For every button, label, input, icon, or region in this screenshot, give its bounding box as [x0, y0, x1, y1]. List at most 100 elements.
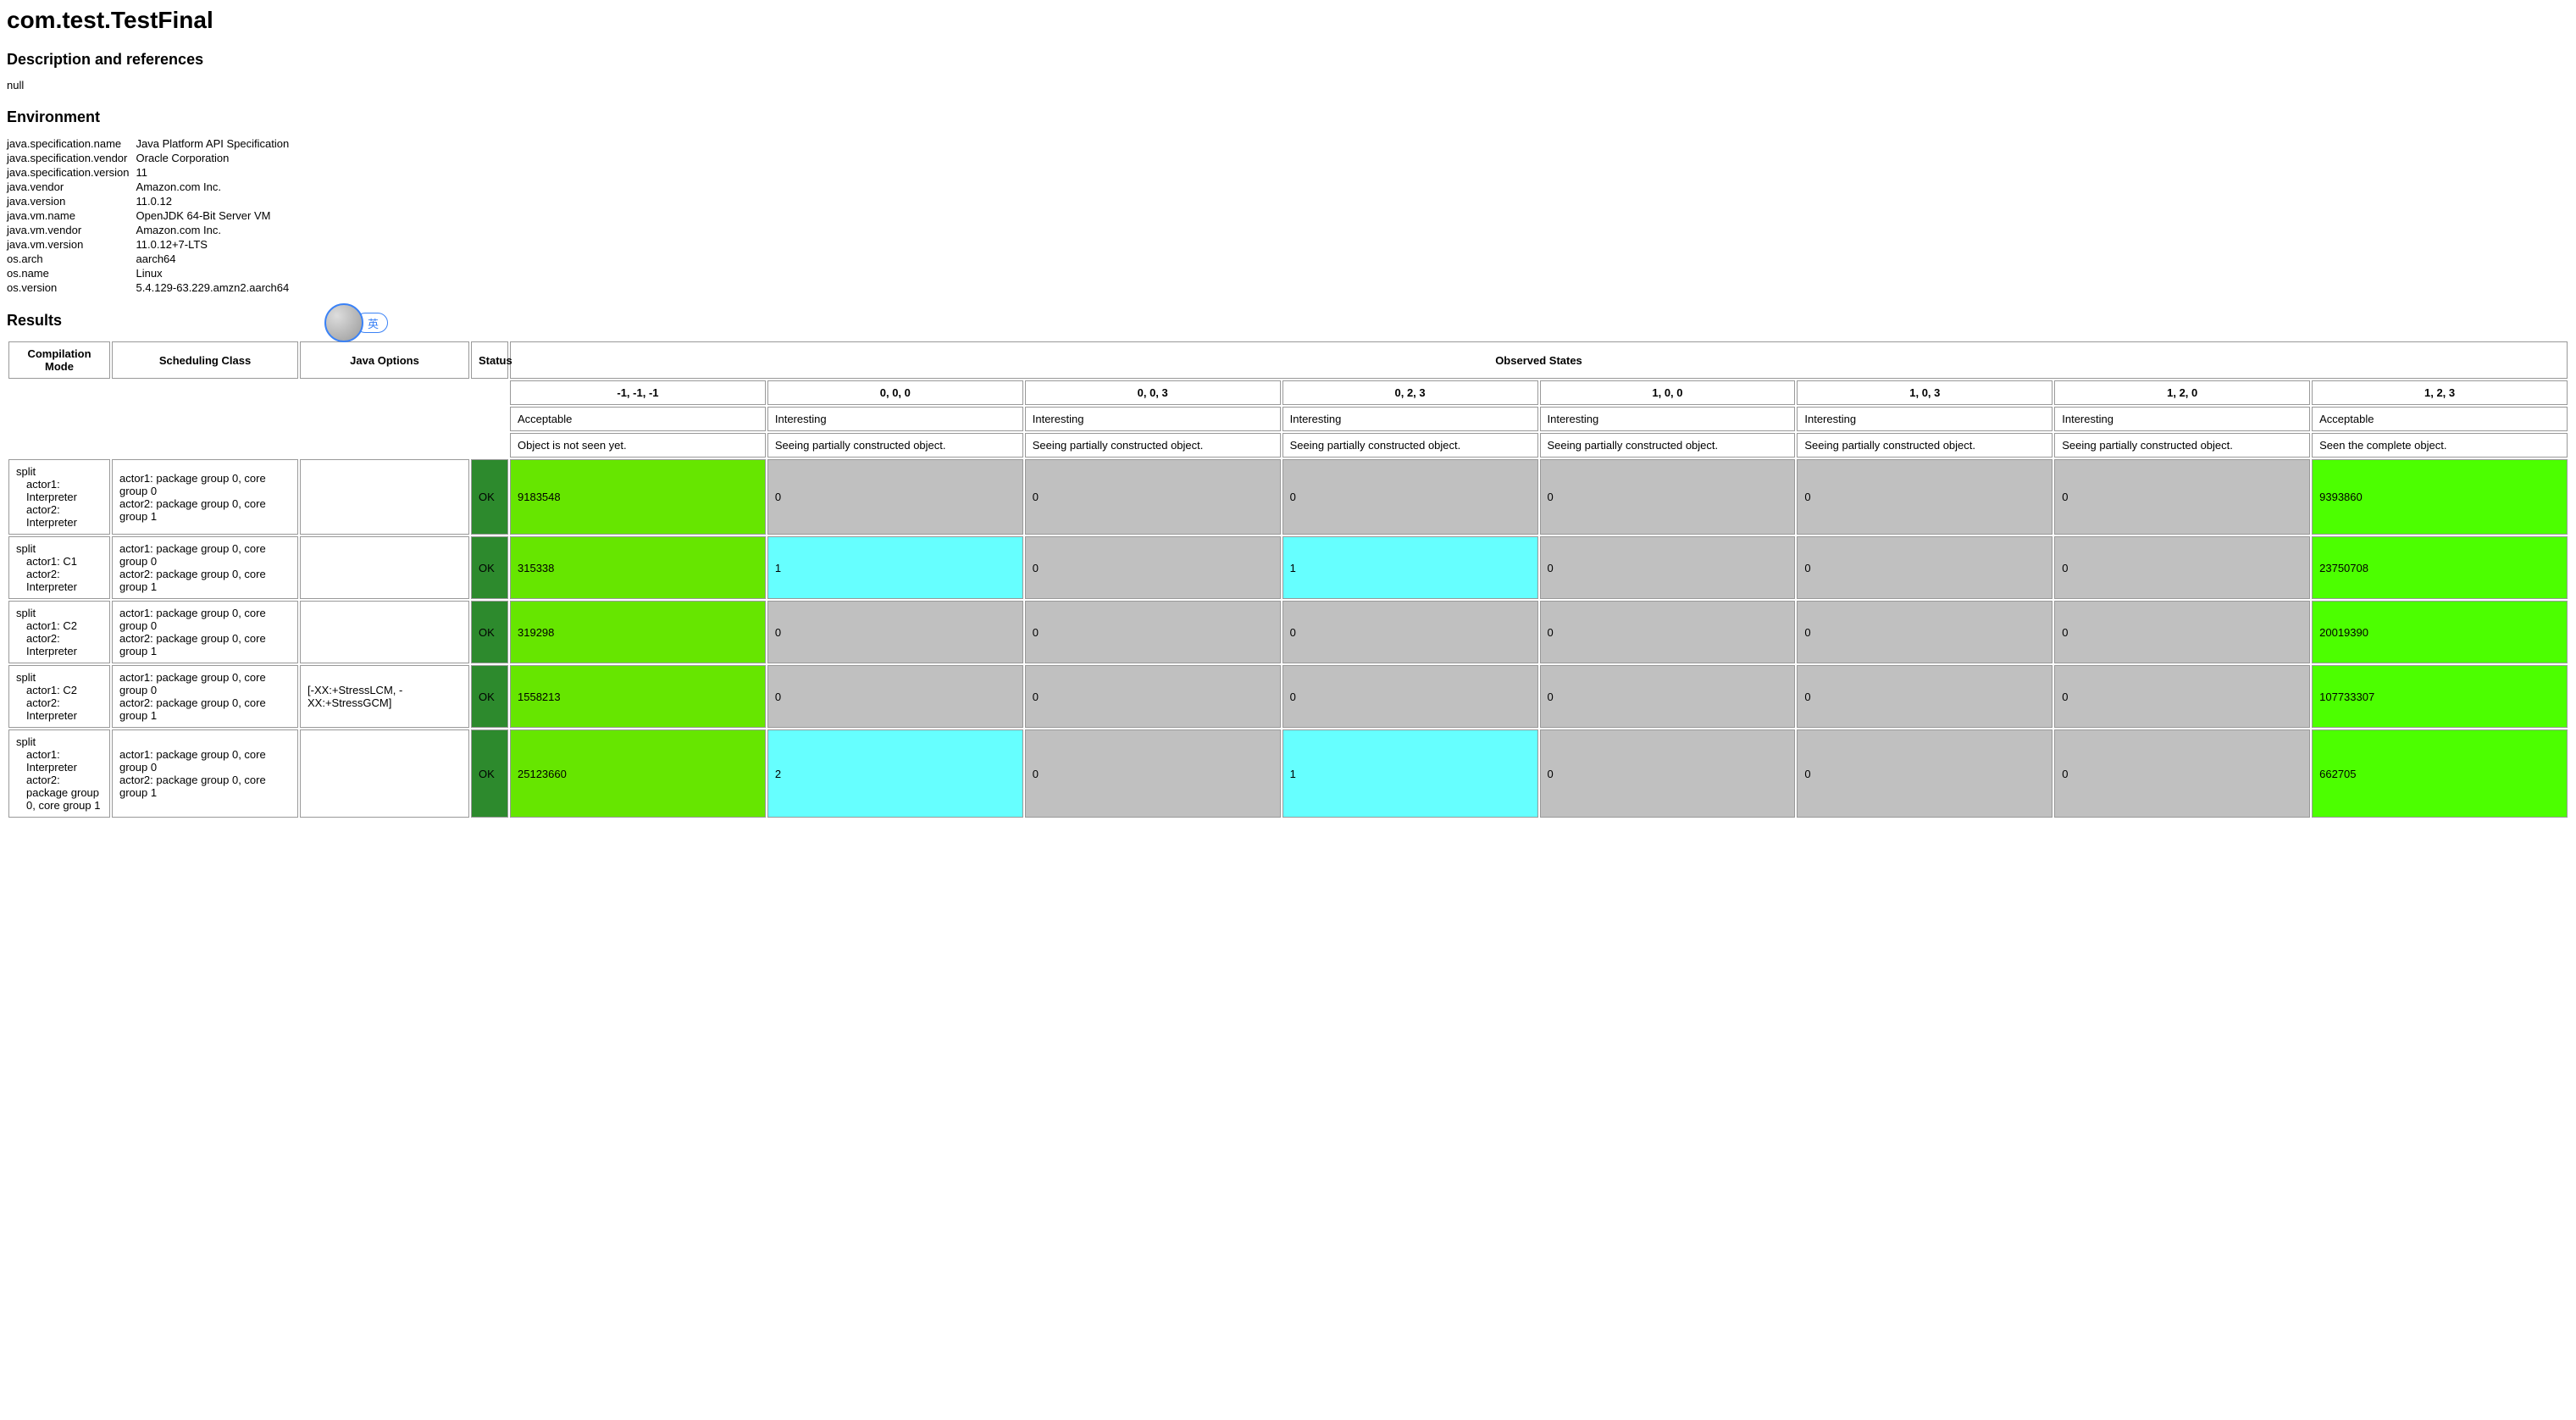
results-header-row-states: -1, -1, -10, 0, 00, 0, 30, 2, 31, 0, 0 1,…: [8, 380, 2568, 405]
results-heading: Results: [7, 312, 2569, 330]
results-header-row-desc: Object is not seen yet.Seeing partially …: [8, 433, 2568, 458]
env-row: os.nameLinux: [7, 266, 294, 280]
count-cell: 9183548: [510, 459, 766, 535]
env-row: java.version11.0.12: [7, 194, 294, 208]
env-row: java.specification.version11: [7, 165, 294, 180]
avatar-badge[interactable]: 英: [324, 303, 388, 342]
count-cell: 2: [767, 729, 1023, 818]
table-row: splitactor1: C2actor2: Interpreteractor1…: [8, 665, 2568, 728]
compilation-mode-cell: splitactor1: Interpreteractor2: package …: [8, 729, 110, 818]
env-value: aarch64: [136, 252, 295, 266]
env-row: java.vm.version11.0.12+7-LTS: [7, 237, 294, 252]
table-row: splitactor1: Interpreteractor2: Interpre…: [8, 459, 2568, 535]
count-cell: 1: [1282, 536, 1538, 599]
col-java-options: Java Options: [300, 341, 469, 379]
env-value: OpenJDK 64-Bit Server VM: [136, 208, 295, 223]
java-options-cell: [300, 729, 469, 818]
count-cell: 315338: [510, 536, 766, 599]
state-description: Seeing partially constructed object.: [1025, 433, 1281, 458]
env-key: java.vm.version: [7, 237, 136, 252]
state-description: Seeing partially constructed object.: [1540, 433, 1796, 458]
scheduling-class-cell: actor1: package group 0, core group 0act…: [112, 729, 298, 818]
env-key: java.specification.name: [7, 136, 136, 151]
env-key: os.version: [7, 280, 136, 295]
compilation-mode-cell: splitactor1: C2actor2: Interpreter: [8, 601, 110, 663]
status-cell: OK: [471, 536, 508, 599]
results-header-row-interp: AcceptableInterestingInterestingInterest…: [8, 407, 2568, 431]
count-cell: 0: [1282, 601, 1538, 663]
state-label: -1, -1, -1: [510, 380, 766, 405]
count-cell: 0: [1540, 665, 1796, 728]
java-options-cell: [300, 601, 469, 663]
scheduling-class-cell: actor1: package group 0, core group 0act…: [112, 459, 298, 535]
env-key: java.vendor: [7, 180, 136, 194]
state-description: Object is not seen yet.: [510, 433, 766, 458]
count-cell: 0: [2054, 729, 2310, 818]
count-cell: 0: [1797, 665, 2052, 728]
count-cell: 20019390: [2312, 601, 2568, 663]
status-cell: OK: [471, 665, 508, 728]
state-description: Seeing partially constructed object.: [767, 433, 1023, 458]
table-row: splitactor1: C1actor2: Interpreteractor1…: [8, 536, 2568, 599]
env-row: java.vm.vendorAmazon.com Inc.: [7, 223, 294, 237]
compilation-mode-cell: splitactor1: C1actor2: Interpreter: [8, 536, 110, 599]
env-value: Amazon.com Inc.: [136, 180, 295, 194]
state-label: 0, 0, 0: [767, 380, 1023, 405]
avatar-icon: [324, 303, 363, 342]
count-cell: 1: [1282, 729, 1538, 818]
state-description: Seeing partially constructed object.: [2054, 433, 2310, 458]
env-value: 5.4.129-63.229.amzn2.aarch64: [136, 280, 295, 295]
env-row: java.specification.vendorOracle Corporat…: [7, 151, 294, 165]
table-row: splitactor1: Interpreteractor2: package …: [8, 729, 2568, 818]
count-cell: 0: [2054, 665, 2310, 728]
scheduling-class-cell: actor1: package group 0, core group 0act…: [112, 536, 298, 599]
count-cell: 9393860: [2312, 459, 2568, 535]
state-description: Seeing partially constructed object.: [1797, 433, 2052, 458]
state-label: 0, 0, 3: [1025, 380, 1281, 405]
count-cell: 0: [1540, 729, 1796, 818]
env-row: java.specification.nameJava Platform API…: [7, 136, 294, 151]
desc-value: null: [7, 79, 2569, 92]
state-interpretation: Interesting: [767, 407, 1023, 431]
count-cell: 0: [1797, 729, 2052, 818]
state-label: 1, 0, 0: [1540, 380, 1796, 405]
desc-heading: Description and references: [7, 51, 2569, 69]
env-value: 11: [136, 165, 295, 180]
status-cell: OK: [471, 729, 508, 818]
count-cell: 1: [767, 536, 1023, 599]
count-cell: 0: [1025, 665, 1281, 728]
java-options-cell: [300, 536, 469, 599]
col-status: Status: [471, 341, 508, 379]
scheduling-class-cell: actor1: package group 0, core group 0act…: [112, 665, 298, 728]
env-key: java.vm.name: [7, 208, 136, 223]
env-value: Oracle Corporation: [136, 151, 295, 165]
compilation-mode-cell: splitactor1: Interpreteractor2: Interpre…: [8, 459, 110, 535]
state-interpretation: Acceptable: [510, 407, 766, 431]
env-key: os.name: [7, 266, 136, 280]
count-cell: 0: [1540, 601, 1796, 663]
env-key: java.vm.vendor: [7, 223, 136, 237]
count-cell: 0: [1025, 729, 1281, 818]
env-value: 11.0.12: [136, 194, 295, 208]
state-label: 1, 2, 0: [2054, 380, 2310, 405]
count-cell: 0: [767, 601, 1023, 663]
java-options-cell: [-XX:+StressLCM, -XX:+StressGCM]: [300, 665, 469, 728]
env-value: Java Platform API Specification: [136, 136, 295, 151]
state-interpretation: Acceptable: [2312, 407, 2568, 431]
count-cell: 0: [1025, 536, 1281, 599]
results-header-row-1: Compilation Mode Scheduling Class Java O…: [8, 341, 2568, 379]
state-interpretation: Interesting: [2054, 407, 2310, 431]
count-cell: 0: [1282, 459, 1538, 535]
count-cell: 319298: [510, 601, 766, 663]
count-cell: 0: [2054, 459, 2310, 535]
count-cell: 0: [767, 459, 1023, 535]
env-key: os.arch: [7, 252, 136, 266]
state-label: 0, 2, 3: [1282, 380, 1538, 405]
state-interpretation: Interesting: [1025, 407, 1281, 431]
env-heading: Environment: [7, 108, 2569, 126]
count-cell: 0: [767, 665, 1023, 728]
env-row: os.version5.4.129-63.229.amzn2.aarch64: [7, 280, 294, 295]
count-cell: 0: [1025, 601, 1281, 663]
env-value: 11.0.12+7-LTS: [136, 237, 295, 252]
table-row: splitactor1: C2actor2: Interpreteractor1…: [8, 601, 2568, 663]
